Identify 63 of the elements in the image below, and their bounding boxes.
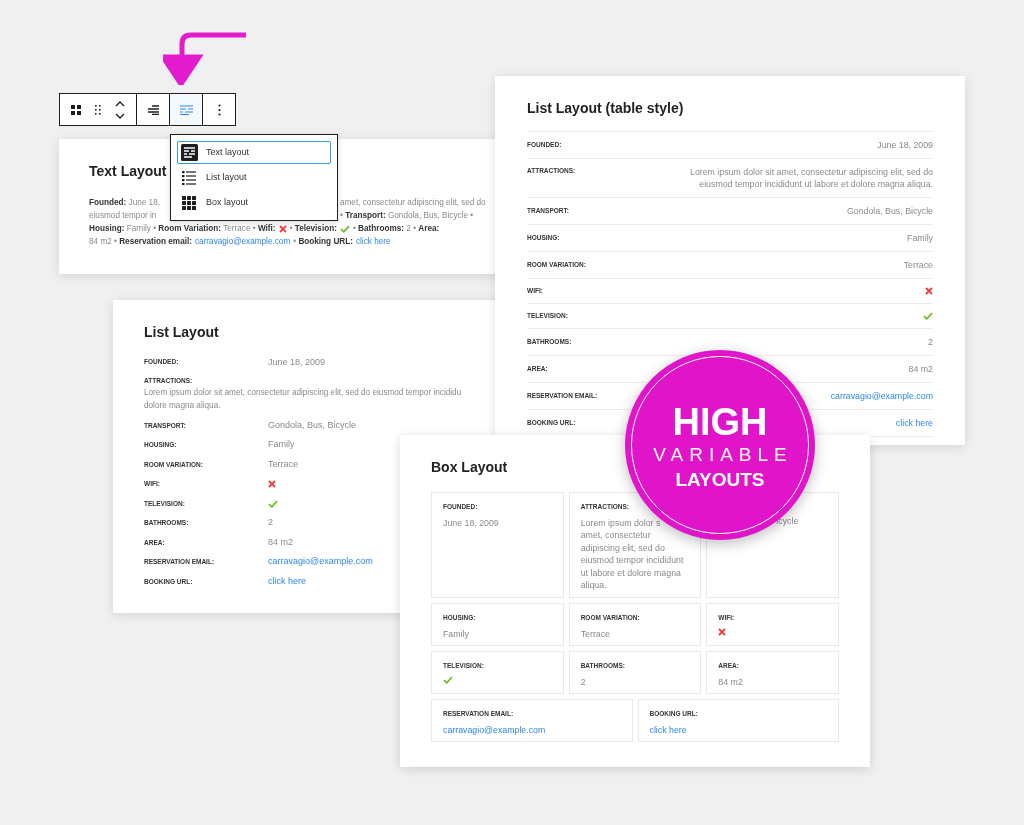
card-title: Text Layout xyxy=(89,162,167,181)
field-value: dolore magna aliqua. xyxy=(144,400,222,413)
menu-item[interactable]: Text layout xyxy=(177,141,331,164)
field-value: Terrace xyxy=(580,627,610,641)
info-text: eiusmod tempor in xyxy=(89,210,157,222)
menu-item[interactable]: Box layout xyxy=(177,191,331,214)
link[interactable]: carravagio@example.com xyxy=(195,235,291,248)
field-value: Lorem ipsum dolor sit amet, consectetur adipiscing elit, sed do eiusmod tempor incididu xyxy=(144,387,463,400)
info-text: Housing: Family • Room Variation: Terrace • Wifi: xyxy=(89,223,276,235)
field-value: Family xyxy=(268,438,295,452)
field-value: Family xyxy=(907,232,933,244)
badge-text: VARIABLE xyxy=(652,443,793,467)
chevrons-icon xyxy=(115,100,125,119)
info-text: Founded: June 18, xyxy=(89,197,160,209)
drag-handle-icon xyxy=(95,104,101,115)
field-value: 2 xyxy=(268,516,273,530)
link[interactable]: click here xyxy=(355,235,391,248)
field-value: Lorem ipsum dolor sit amet, consectetur adipiscing elit, sed do eiusmod tempor incididunt ut labore et dolore magna aliqua. xyxy=(689,166,933,190)
link[interactable]: carravagio@example.com xyxy=(830,390,933,402)
field-value: June 18, 2009 xyxy=(443,516,499,530)
card-title: List Layout (table style) xyxy=(527,99,684,118)
link[interactable]: carravagio@example.com xyxy=(443,723,546,737)
info-text: • Transport: Gondola, Bus, Bicycle • xyxy=(340,210,474,222)
field-value: 84 m2 xyxy=(718,675,743,689)
link[interactable]: click here xyxy=(649,723,687,737)
info-text: amet, consectetur adipiscing elit, sed do xyxy=(340,197,486,209)
field-value: 2 xyxy=(580,675,586,689)
badge-text: HIGH xyxy=(672,402,768,442)
field-value: 2 xyxy=(928,336,933,348)
more-icon xyxy=(217,103,221,116)
badge-text: LAYOUTS xyxy=(675,468,765,492)
field-value: 84 m2 xyxy=(908,363,933,375)
info-text: 84 m2 • Reservation email: xyxy=(89,236,192,248)
box-grid-icon xyxy=(182,195,196,210)
field-value: Lorem ipsum dolor s xyxy=(580,516,662,530)
field-value: Gondola, Bus, Bicycle xyxy=(268,418,357,432)
align-right-icon xyxy=(147,104,159,115)
info-text: • Booking URL: xyxy=(293,236,353,248)
card-title: Box Layout xyxy=(431,458,508,477)
field-value: Terrace xyxy=(268,457,298,471)
text-layout-icon xyxy=(180,144,198,161)
field-value: adipiscing elit, sed do xyxy=(580,541,666,555)
info-text: • Television: xyxy=(289,223,337,235)
field-value: 84 m2 xyxy=(268,535,293,549)
text-layout-icon xyxy=(179,104,193,115)
link[interactable]: click here xyxy=(895,417,933,429)
field-value: eiusmod tempor incididunt xyxy=(580,554,684,567)
link[interactable]: click here xyxy=(268,574,306,589)
card-title: List Layout xyxy=(144,323,219,342)
field-value: June 18, 2009 xyxy=(268,355,326,369)
field-value: ut labore et dolore magna xyxy=(580,566,682,580)
field-value: Family xyxy=(443,627,469,641)
list-icon xyxy=(182,170,196,185)
menu-item[interactable]: List layout xyxy=(177,166,331,189)
field-value: aliqua. xyxy=(580,579,608,592)
field-value: Terrace xyxy=(903,259,933,271)
field-value: June 18, 2009 xyxy=(877,139,933,151)
field-value: icycle xyxy=(776,515,799,528)
info-text: • Bathrooms: 2 • Area: xyxy=(352,223,440,235)
link[interactable]: carravagio@example.com xyxy=(268,555,373,569)
field-value: Gondola, Bus, Bicycle xyxy=(846,205,933,217)
grid-icon xyxy=(71,104,81,115)
field-value: amet, consectetur xyxy=(580,529,652,542)
